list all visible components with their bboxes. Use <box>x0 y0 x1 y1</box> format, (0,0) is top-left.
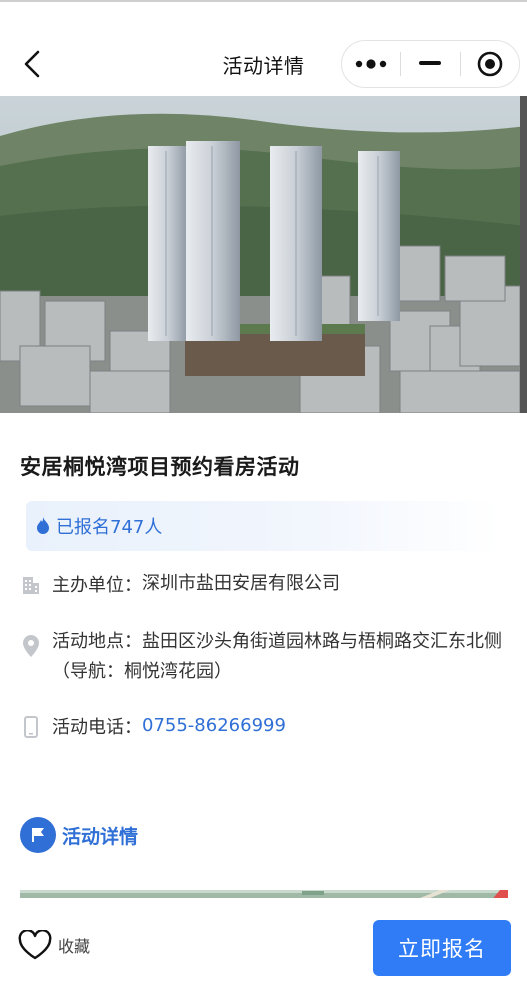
location-label: 活动地点： <box>52 631 142 652</box>
favorite-label: 收藏 <box>58 937 91 956</box>
flame-icon <box>37 517 49 534</box>
target-icon <box>477 51 503 77</box>
enrollment-banner: 已报名747人 <box>26 501 500 551</box>
hero-image <box>0 96 527 413</box>
phone-icon <box>20 714 42 740</box>
more-button[interactable] <box>342 41 400 87</box>
close-miniprogram-button[interactable] <box>461 41 519 87</box>
minimize-icon <box>419 61 442 65</box>
location-pin-icon <box>20 633 42 659</box>
details-section-header: 活动详情 <box>20 817 138 853</box>
location-text: 活动地点：盐田区沙头角街道园林路与梧桐路交汇东北侧（导航：桐悦湾花园） <box>52 627 510 687</box>
flag-icon <box>20 817 56 853</box>
bottom-action-bar: 收藏 立即报名 <box>0 898 527 996</box>
organizer-value: 深圳市盐田安居有限公司 <box>142 573 340 594</box>
signup-button[interactable]: 立即报名 <box>373 920 511 976</box>
enrollment-count: 已报名747人 <box>56 517 163 538</box>
navigation-bar: 活动详情 <box>0 2 527 96</box>
building-rendering-image <box>0 96 527 413</box>
minimize-button[interactable] <box>401 41 459 87</box>
favorite-button[interactable]: 收藏 <box>18 930 90 960</box>
organizer-label: 主办单位： <box>52 575 142 596</box>
activity-title: 安居桐悦湾项目预约看房活动 <box>20 455 300 479</box>
phone-label: 活动电话： <box>52 717 142 738</box>
heart-icon <box>18 930 52 960</box>
phone-link[interactable]: 0755-86266999 <box>142 713 286 739</box>
location-row: 活动地点：盐田区沙头角街道园林路与梧桐路交汇东北侧（导航：桐悦湾花园） <box>20 627 510 687</box>
more-dots-icon <box>355 59 387 69</box>
mini-program-capsule <box>341 40 520 88</box>
building-icon <box>20 572 42 598</box>
organizer-row: 主办单位： 深圳市盐田安居有限公司 <box>20 571 510 598</box>
phone-row: 活动电话： 0755-86266999 <box>20 713 510 740</box>
details-section-title: 活动详情 <box>62 825 139 848</box>
